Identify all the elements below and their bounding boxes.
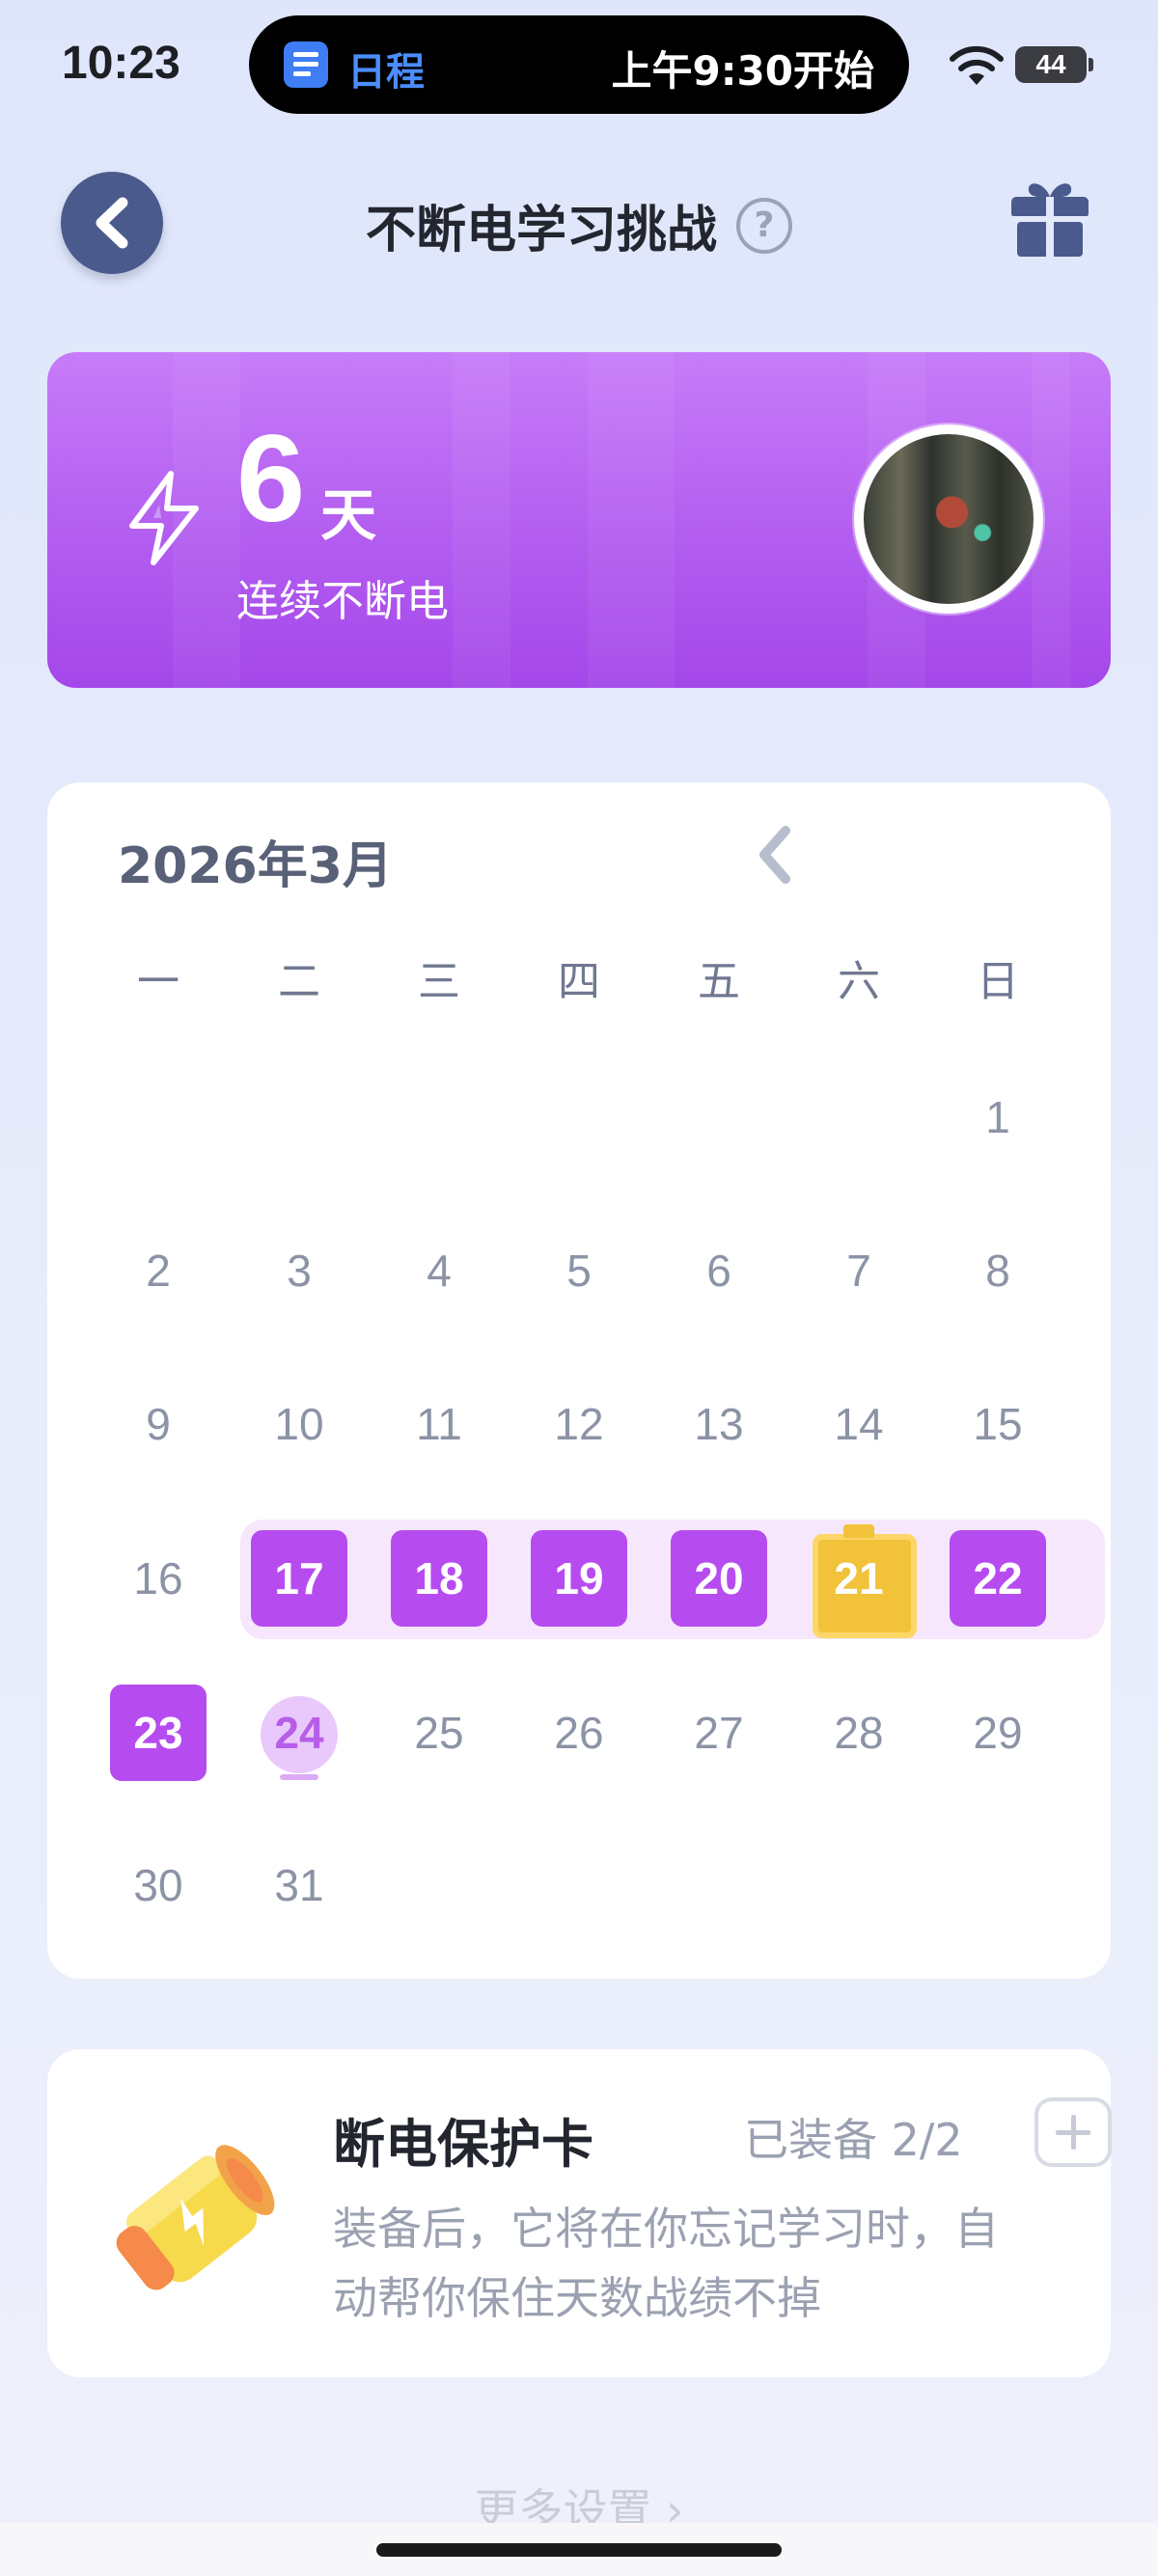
calendar-card: 2026年3月 一二三四五六日 1 2 3 4 5 6 7 8 9 10 11 12 13 14 15 16 1… — [47, 782, 1111, 1979]
calendar-day[interactable]: 7 — [811, 1222, 907, 1319]
home-indicator[interactable] — [376, 2543, 782, 2557]
calendar-day[interactable]: 9 — [110, 1376, 207, 1472]
calendar-day[interactable]: 2 — [110, 1222, 207, 1319]
protection-card-title: 断电保护卡 — [333, 2114, 593, 2175]
calendar-day[interactable]: 15 — [950, 1376, 1046, 1472]
streak-count: 6 — [236, 410, 306, 548]
avatar[interactable] — [854, 425, 1043, 614]
calendar-day[interactable]: 13 — [671, 1376, 767, 1472]
calendar-day[interactable]: 4 — [391, 1222, 487, 1319]
calendar-day[interactable]: 5 — [531, 1222, 627, 1319]
calendar-day[interactable]: 16 — [110, 1530, 207, 1627]
page-title: 不断电学习挑战 — [365, 202, 717, 260]
calendar-day-completed[interactable]: 18 — [391, 1530, 487, 1627]
calendar-day[interactable]: 27 — [671, 1685, 767, 1781]
calendar-day[interactable]: 25 — [391, 1685, 487, 1781]
calendar-day[interactable]: 6 — [671, 1222, 767, 1319]
island-app-name: 日程 — [347, 50, 425, 95]
wifi-icon — [950, 45, 1004, 85]
calendar-day[interactable]: 31 — [251, 1837, 347, 1933]
calendar-grid: 1 2 3 4 5 6 7 8 9 10 11 12 13 14 15 16 17 18 19 20 21 22 23 24 2… — [47, 782, 1111, 1979]
calendar-day[interactable]: 30 — [110, 1837, 207, 1933]
calendar-day[interactable]: 8 — [950, 1222, 1046, 1319]
lightning-icon — [129, 471, 199, 565]
status-time: 10:23 — [62, 38, 180, 89]
calendar-app-icon — [284, 41, 328, 88]
protection-card-description: 装备后，它将在你忘记学习时，自 动帮你保住天数战绩不掉 — [333, 2194, 1086, 2333]
calendar-day-completed[interactable]: 22 — [950, 1530, 1046, 1627]
calendar-day[interactable]: 1 — [950, 1069, 1046, 1165]
add-protection-button[interactable] — [1034, 2097, 1112, 2167]
calendar-day-completed[interactable]: 19 — [531, 1530, 627, 1627]
calendar-day-protected[interactable]: 21 — [811, 1524, 917, 1638]
protection-card[interactable]: 断电保护卡 已装备 2/2 装备后，它将在你忘记学习时，自 动帮你保住天数战绩不… — [47, 2049, 1112, 2377]
description-line: 动帮你保住天数战绩不掉 — [333, 2272, 821, 2324]
calendar-day[interactable]: 28 — [811, 1685, 907, 1781]
calendar-day[interactable]: 12 — [531, 1376, 627, 1472]
battery-card-icon — [116, 2145, 275, 2290]
protection-card-status: 已装备 2/2 — [744, 2114, 963, 2166]
streak-unit: 天 — [320, 482, 377, 548]
help-icon[interactable]: ? — [736, 197, 792, 254]
streak-label: 连续不断电 — [236, 577, 449, 626]
calendar-day-today[interactable]: 24 — [251, 1685, 347, 1781]
calendar-day-completed[interactable]: 20 — [671, 1530, 767, 1627]
calendar-day[interactable]: 29 — [950, 1685, 1046, 1781]
calendar-day[interactable]: 11 — [391, 1376, 487, 1472]
streak-banner: 6 天 连续不断电 — [47, 352, 1111, 688]
battery-icon: 44 — [1015, 46, 1093, 83]
calendar-day[interactable]: 26 — [531, 1685, 627, 1781]
status-bar: 10:23 日程 上午9:30开始 44 — [0, 0, 1158, 125]
calendar-day[interactable]: 10 — [251, 1376, 347, 1472]
dynamic-island[interactable]: 日程 上午9:30开始 — [249, 15, 909, 114]
description-line: 装备后，它将在你忘记学习时，自 — [333, 2203, 999, 2255]
calendar-day[interactable]: 14 — [811, 1376, 907, 1472]
calendar-day-completed[interactable]: 17 — [251, 1530, 347, 1627]
calendar-day[interactable]: 3 — [251, 1222, 347, 1319]
gift-icon[interactable] — [1009, 178, 1090, 257]
island-event-time: 上午9:30开始 — [611, 47, 874, 95]
calendar-day-completed[interactable]: 23 — [110, 1685, 207, 1781]
battery-level: 44 — [1035, 49, 1066, 79]
page-header: 不断电学习挑战? — [0, 189, 1158, 261]
